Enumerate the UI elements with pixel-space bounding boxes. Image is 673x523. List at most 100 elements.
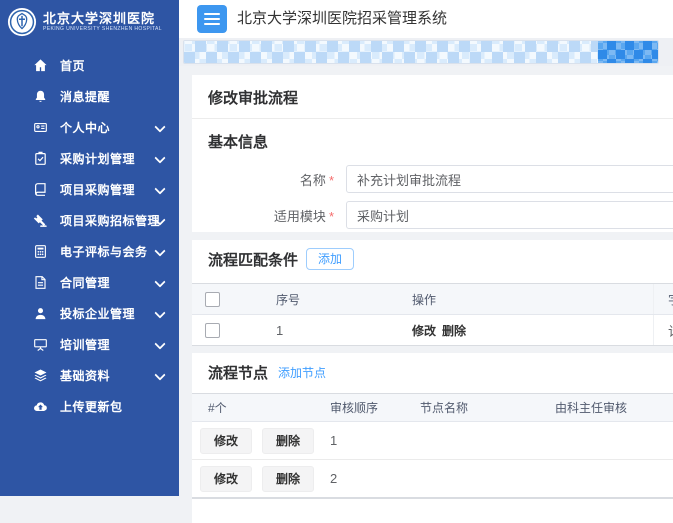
modify-link[interactable]: 修改: [412, 324, 436, 338]
presentation-icon: [32, 337, 48, 353]
table-row: 修改 删除 1: [192, 422, 673, 460]
modify-button[interactable]: 修改: [200, 428, 252, 454]
hospital-name: 北京大学深圳医院: [43, 12, 172, 26]
chevron-down-icon: [154, 245, 165, 256]
sidebar-item-label: 消息提醒: [60, 88, 110, 105]
sidebar-item-base-data[interactable]: 基础资料: [0, 360, 179, 391]
home-icon: [32, 58, 48, 74]
name-field-row: 名称*: [208, 165, 673, 193]
bell-icon: [32, 89, 48, 105]
match-conditions-card: 流程匹配条件 添加 序号 操作 字 1 修改删除 计: [192, 240, 673, 345]
layers-icon: [32, 368, 48, 384]
seq-cell: 1: [262, 323, 398, 338]
chevron-down-icon: [154, 121, 165, 132]
reviewer-column-header: 由科主任审核: [540, 399, 673, 416]
sidebar-item-label: 培训管理: [60, 336, 110, 353]
book-icon: [32, 182, 48, 198]
operation-column-header: 操作: [398, 291, 653, 308]
sidebar-item-label: 电子评标与会务: [60, 243, 148, 260]
match-conditions-table: 序号 操作 字 1 修改删除 计: [192, 283, 673, 346]
add-condition-button[interactable]: 添加: [306, 248, 354, 270]
sidebar-item-home[interactable]: 首页: [0, 50, 179, 81]
flow-nodes-card: 流程节点 添加节点 #个 审核顺序 节点名称 由科主任审核 修改 删除 1 修改…: [192, 353, 673, 523]
sidebar-item-label: 上传更新包: [60, 398, 123, 415]
clipboard-check-icon: [32, 151, 48, 167]
table-row: 修改 删除 2: [192, 460, 673, 498]
chevron-down-icon: [154, 152, 165, 163]
sidebar-item-purchase-plan[interactable]: 采购计划管理: [0, 143, 179, 174]
delete-link[interactable]: 删除: [442, 324, 466, 338]
contract-icon: [32, 275, 48, 291]
topbar: 北京大学深圳医院招采管理系统: [179, 0, 673, 39]
flow-nodes-heading: 流程节点: [208, 362, 268, 383]
id-card-icon: [32, 120, 48, 136]
sidebar-item-label: 投标企业管理: [60, 305, 135, 322]
user-badge-redacted[interactable]: [598, 41, 658, 63]
table-header-row: #个 审核顺序 节点名称 由科主任审核: [192, 394, 673, 422]
chevron-down-icon: [154, 183, 165, 194]
table-row: 1 修改删除 计: [192, 315, 673, 345]
sidebar-item-messages[interactable]: 消息提醒: [0, 81, 179, 112]
delete-button[interactable]: 删除: [262, 428, 314, 454]
flow-nodes-table: #个 审核顺序 节点名称 由科主任审核 修改 删除 1 修改 删除 2: [192, 393, 673, 499]
sidebar-item-label: 项目采购招标管理: [60, 212, 160, 229]
chevron-down-icon: [154, 276, 165, 287]
redacted-tabs-mosaic: [184, 41, 658, 63]
tab-strip: [179, 38, 673, 66]
edit-approval-flow-card: 修改审批流程 基本信息 名称* 适用模块*: [192, 75, 673, 232]
table-header-row: 序号 操作 字: [192, 284, 673, 315]
extra-column-header: 字: [653, 284, 673, 314]
sidebar-item-label: 首页: [60, 57, 85, 74]
sidebar: 北京大学深圳医院 PEKING UNIVERSITY SHENZHEN HOSP…: [0, 0, 179, 496]
page-title: 修改审批流程: [192, 75, 673, 119]
sidebar-item-e-evaluation[interactable]: 电子评标与会务: [0, 236, 179, 267]
sidebar-item-upload-package[interactable]: 上传更新包: [0, 391, 179, 422]
user-icon: [32, 306, 48, 322]
cloud-upload-icon: [32, 399, 48, 415]
calculator-icon: [32, 244, 48, 260]
node-name-column-header: 节点名称: [405, 399, 540, 416]
sidebar-item-contracts[interactable]: 合同管理: [0, 267, 179, 298]
index-column-header: #个: [192, 399, 315, 416]
sidebar-item-label: 采购计划管理: [60, 150, 135, 167]
name-label: 名称*: [208, 170, 334, 189]
app-title: 北京大学深圳医院招采管理系统: [237, 0, 447, 38]
sidebar-header: 北京大学深圳医院 PEKING UNIVERSITY SHENZHEN HOSP…: [0, 0, 179, 44]
module-field-row: 适用模块*: [208, 201, 673, 229]
row-checkbox[interactable]: [205, 323, 220, 338]
sidebar-item-bidder-companies[interactable]: 投标企业管理: [0, 298, 179, 329]
hospital-logo-icon: [7, 7, 37, 37]
name-input[interactable]: [346, 165, 673, 193]
chevron-down-icon: [154, 307, 165, 318]
sidebar-item-label: 项目采购管理: [60, 181, 135, 198]
order-cell: 2: [315, 471, 405, 486]
add-node-link[interactable]: 添加节点: [278, 364, 326, 381]
tabs-redacted[interactable]: [183, 40, 659, 64]
extra-cell: 计: [653, 315, 673, 345]
sidebar-item-label: 合同管理: [60, 274, 110, 291]
chevron-down-icon: [154, 338, 165, 349]
required-asterisk: *: [329, 209, 334, 224]
sidebar-item-profile[interactable]: 个人中心: [0, 112, 179, 143]
sidebar-item-label: 基础资料: [60, 367, 110, 384]
required-asterisk: *: [329, 173, 334, 188]
select-all-checkbox[interactable]: [205, 292, 220, 307]
sidebar-item-label: 个人中心: [60, 119, 110, 136]
chevron-down-icon: [154, 369, 165, 380]
match-conditions-heading: 流程匹配条件: [208, 249, 298, 270]
menu-icon[interactable]: [197, 5, 227, 33]
gavel-icon: [32, 213, 48, 229]
sidebar-menu: 首页 消息提醒 个人中心 采购计划管理 项目采购管理 项目采购招标管理: [0, 44, 179, 422]
sidebar-item-training[interactable]: 培训管理: [0, 329, 179, 360]
module-input[interactable]: [346, 201, 673, 229]
delete-button[interactable]: 删除: [262, 466, 314, 492]
basic-info-heading: 基本信息: [208, 131, 673, 152]
order-column-header: 审核顺序: [315, 399, 405, 416]
sidebar-item-bidding[interactable]: 项目采购招标管理: [0, 205, 179, 236]
hospital-name-en: PEKING UNIVERSITY SHENZHEN HOSPITAL: [43, 26, 162, 32]
sidebar-item-project-purchase[interactable]: 项目采购管理: [0, 174, 179, 205]
seq-column-header: 序号: [262, 291, 398, 308]
module-label: 适用模块*: [208, 206, 334, 225]
order-cell: 1: [315, 433, 405, 448]
modify-button[interactable]: 修改: [200, 466, 252, 492]
